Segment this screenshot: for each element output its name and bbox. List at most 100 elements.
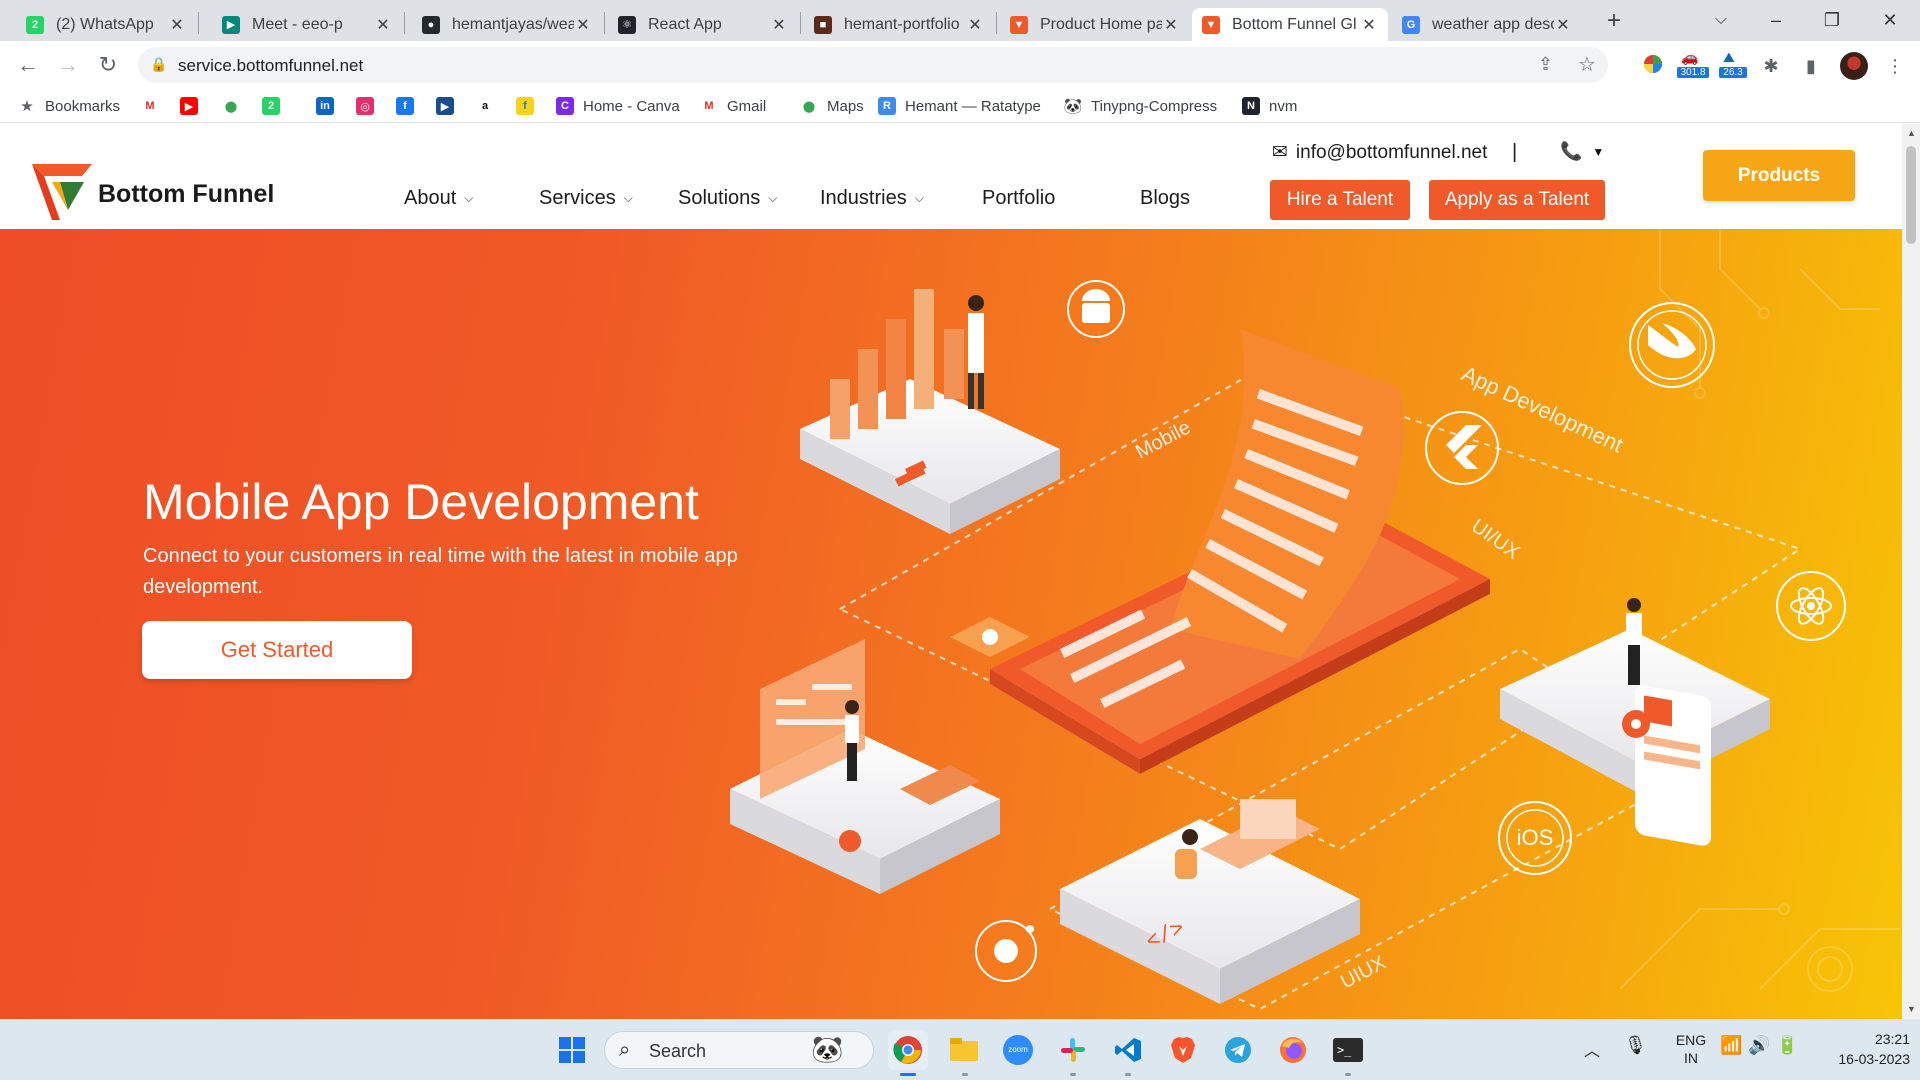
taskbar-search-box[interactable]: ⌕ Search 🐼 <box>604 1031 874 1069</box>
bookmark-item[interactable]: ◎ <box>356 95 383 117</box>
color-wheel-extension-icon[interactable] <box>1640 53 1666 79</box>
address-bar[interactable]: 🔒 service.bottomfunnel.net ⇪ ☆ <box>138 47 1608 83</box>
bookmark-item[interactable]: R Hemant — Ratatype <box>878 95 1041 117</box>
zoom-icon[interactable]: zoom <box>998 1030 1038 1070</box>
bookmark-item[interactable]: 2 <box>262 95 289 117</box>
scrollbar-thumb[interactable] <box>1906 146 1916 244</box>
nav-item-services[interactable]: Services ⌵ <box>539 187 633 210</box>
clock[interactable]: 23:21 16-03-2023 <box>1814 1029 1910 1069</box>
bookmark-item[interactable]: f <box>516 95 543 117</box>
minimize-button[interactable]: – <box>1760 6 1792 34</box>
menu-kebab-icon[interactable]: ⋮ <box>1882 53 1908 79</box>
bookmark-item[interactable]: ▶ <box>436 95 463 117</box>
products-button[interactable]: Products <box>1703 150 1855 201</box>
nav-label: Portfolio <box>982 187 1056 209</box>
maximize-button[interactable]: ❐ <box>1816 6 1848 34</box>
profile-avatar[interactable] <box>1840 52 1868 80</box>
vscode-running-indicator <box>1125 1073 1131 1076</box>
close-tab-icon[interactable]: ✕ <box>1162 15 1180 35</box>
close-tab-icon[interactable]: ✕ <box>966 15 984 35</box>
forward-button[interactable]: → <box>52 49 84 81</box>
bookmark-item[interactable]: a <box>476 95 503 117</box>
bookmark-item[interactable]: ⬤ Maps <box>800 95 864 117</box>
volume-icon[interactable]: 🔊 <box>1748 1035 1770 1056</box>
slack-running-indicator <box>1070 1073 1076 1076</box>
browser-tab[interactable]: ▼ Bottom Funnel Gl ✕ <box>1192 8 1388 41</box>
brave-icon[interactable] <box>1163 1030 1203 1070</box>
bookmark-label: Maps <box>827 97 864 115</box>
scroll-up-arrow-icon[interactable]: ▲ <box>1907 128 1916 138</box>
back-button[interactable]: ← <box>12 49 44 81</box>
bookmarks-bar: ★ Bookmarks M ▶ ⬤ 2 in ◎ f ▶ a f C Home - Canva M Gmail… <box>0 89 1920 123</box>
battery-icon[interactable]: 🔋 <box>1776 1035 1798 1056</box>
bookmark-item[interactable]: C Home - Canva <box>556 95 680 117</box>
bookmark-item[interactable]: in <box>316 95 343 117</box>
close-tab-icon[interactable]: ✕ <box>574 15 592 35</box>
firefox-icon[interactable] <box>1273 1030 1313 1070</box>
browser-tab[interactable]: ⚛ React App ✕ <box>608 8 798 41</box>
bookmark-item[interactable]: M <box>141 95 168 117</box>
brand-name: Bottom Funnel <box>98 180 275 208</box>
extension-badge-2[interactable]: ⛰ 26.3 <box>1717 49 1749 81</box>
phone-dropdown[interactable]: 📞 ▼ <box>1560 141 1604 162</box>
bookmark-item[interactable]: ⬤ <box>222 95 249 117</box>
file-explorer-icon[interactable] <box>944 1030 984 1070</box>
share-icon[interactable]: ⇪ <box>1538 54 1553 75</box>
hire-talent-button[interactable]: Hire a Talent <box>1270 180 1410 220</box>
close-window-button[interactable]: ✕ <box>1874 6 1906 34</box>
new-tab-button[interactable]: + <box>1598 6 1630 36</box>
nav-item-industries[interactable]: Industries ⌵ <box>820 187 924 210</box>
nav-item-about[interactable]: About ⌵ <box>404 187 473 210</box>
hero-illustration: iOS </> Mobile App Development UI/UX Flu… <box>730 280 1846 1011</box>
reload-button[interactable]: ↻ <box>92 49 124 81</box>
hero-section: Mobile App Development Connect to your c… <box>0 229 1902 1019</box>
bookmark-item[interactable]: 🐼 Tinypng-Compress <box>1064 95 1217 117</box>
telegram-icon[interactable] <box>1218 1030 1258 1070</box>
get-started-button[interactable]: Get Started <box>142 621 412 679</box>
windows-start-icon[interactable] <box>552 1030 592 1070</box>
bookmark-star-icon[interactable]: ☆ <box>1578 52 1596 77</box>
close-tab-icon[interactable]: ✕ <box>168 15 186 35</box>
terminal-icon[interactable]: >_ <box>1328 1030 1368 1070</box>
bookmark-item[interactable]: ★ Bookmarks <box>18 95 120 117</box>
bottom-funnel-logo-icon <box>32 164 92 220</box>
email-contact[interactable]: ✉ info@bottomfunnel.net <box>1272 141 1487 164</box>
close-tab-icon[interactable]: ✕ <box>1360 15 1378 35</box>
browser-tab[interactable]: ● hemantjayas/wea ✕ <box>412 8 602 41</box>
microphone-icon[interactable]: 🎙 <box>1624 1035 1647 1056</box>
nav-item-blogs[interactable]: Blogs <box>1140 187 1190 210</box>
browser-tab[interactable]: ▶ Meet - eeo-p ✕ <box>212 8 402 41</box>
scroll-down-arrow-icon[interactable]: ▼ <box>1907 1004 1916 1014</box>
bottom-funnel-icon: ▼ <box>1202 15 1220 34</box>
browser-tab[interactable]: ■ hemant-portfolio ✕ <box>804 8 994 41</box>
page-scrollbar[interactable]: ▲ ▼ <box>1902 124 1920 1019</box>
tray-chevron-up-icon[interactable]: ︿ <box>1584 1037 1600 1061</box>
apply-talent-button[interactable]: Apply as a Talent <box>1429 180 1605 220</box>
tab-label: React App <box>648 15 722 33</box>
slack-icon[interactable] <box>1053 1030 1093 1070</box>
record-icon-badge <box>975 920 1037 982</box>
close-tab-icon[interactable]: ✕ <box>374 15 392 35</box>
phone-icon: 📞 <box>1560 141 1583 161</box>
tab-search-chevron-icon[interactable]: ⌵ <box>1706 6 1736 34</box>
bookmark-item[interactable]: Nnvm <box>1242 95 1297 117</box>
chrome-taskbar-icon[interactable] <box>888 1030 928 1070</box>
extensions-puzzle-icon[interactable]: ✱ <box>1758 53 1784 79</box>
browser-tab[interactable]: 2 (2) WhatsApp ✕ <box>16 8 196 41</box>
nav-item-portfolio[interactable]: Portfolio <box>982 187 1055 210</box>
browser-tab[interactable]: Gweather app desc ✕ <box>1392 8 1582 41</box>
bookmark-item[interactable]: f <box>396 95 423 117</box>
browser-tab[interactable]: ▼ Product Home pa ✕ <box>1000 8 1190 41</box>
close-tab-icon[interactable]: ✕ <box>770 15 788 35</box>
wifi-icon[interactable]: 📶 <box>1720 1035 1742 1056</box>
brand-logo[interactable]: Bottom Funnel <box>30 160 290 224</box>
extension-badge-1[interactable]: 🚗 301.8 <box>1677 49 1709 81</box>
language-indicator[interactable]: ENG IN <box>1668 1031 1714 1067</box>
vscode-icon[interactable] <box>1108 1030 1148 1070</box>
bottom-funnel-icon: ▼ <box>1010 15 1028 34</box>
bookmark-item[interactable]: ▶ <box>180 95 207 117</box>
close-tab-icon[interactable]: ✕ <box>1554 15 1572 35</box>
side-panel-icon[interactable]: ▮ <box>1798 53 1824 79</box>
bookmark-item[interactable]: M Gmail <box>700 95 766 117</box>
nav-item-solutions[interactable]: Solutions ⌵ <box>678 187 777 210</box>
